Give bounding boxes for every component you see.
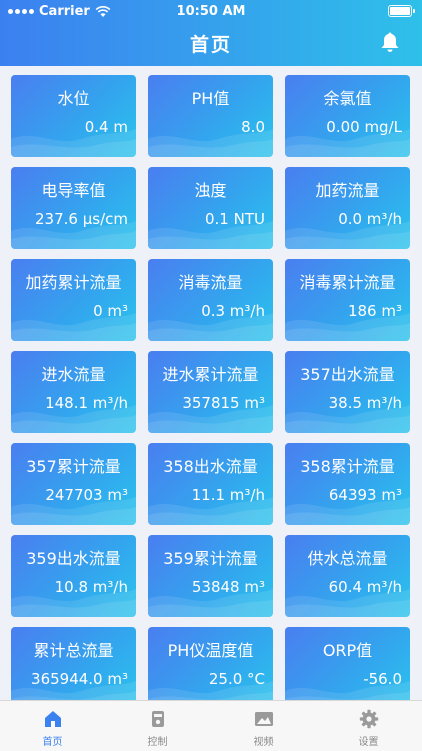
metric-value: 0.0 m³/h	[338, 210, 402, 228]
metric-value: 10.8 m³/h	[54, 578, 128, 596]
battery-icon	[388, 5, 415, 17]
tab-control[interactable]: 控制	[105, 701, 210, 751]
metric-value: 0.4 m	[84, 118, 128, 136]
page-title: 首页	[189, 34, 232, 56]
metric-label: 357累计流量	[26, 457, 121, 476]
metric-label: 进水流量	[41, 365, 106, 384]
metric-value: 38.5 m³/h	[328, 394, 402, 412]
metric-value: 0.1 NTU	[205, 210, 265, 228]
metric-label: 加药流量	[315, 181, 380, 200]
metric-value: 186 m³	[347, 302, 402, 320]
metric-value: 53848 m³	[191, 578, 265, 596]
metric-value: 11.1 m³/h	[191, 486, 265, 504]
metric-label: ORP值	[322, 641, 373, 660]
metric-label: 进水累计流量	[162, 365, 259, 384]
metric-value: 148.1 m³/h	[45, 394, 128, 412]
metric-label: PH值	[191, 89, 230, 108]
metric-card[interactable]: 进水流量 148.1 m³/h	[11, 351, 136, 433]
metric-value: 365944.0 m³	[31, 670, 128, 688]
metric-label: 供水总流量	[307, 549, 388, 568]
tab-home-label: 首页	[42, 737, 63, 748]
metric-label: 余氯值	[323, 89, 372, 108]
metric-label: 消毒累计流量	[299, 273, 396, 292]
video-icon	[254, 712, 273, 726]
tab-bar: 首页 控制 视频 设置	[0, 700, 422, 751]
metric-card[interactable]: 余氯值 0.00 mg/L	[285, 75, 410, 157]
control-icon	[151, 711, 164, 727]
metric-value: 64393 m³	[328, 486, 402, 504]
tab-video[interactable]: 视频	[211, 701, 316, 751]
metric-card[interactable]: 358累计流量 64393 m³	[285, 443, 410, 525]
metric-card[interactable]: 357出水流量 38.5 m³/h	[285, 351, 410, 433]
tab-video-label: 视频	[253, 737, 274, 748]
metric-label: 水位	[57, 89, 90, 108]
metric-card[interactable]: 水位 0.4 m	[11, 75, 136, 157]
metrics-grid: 水位 0.4 m PH值 8.0 余氯值 0.00 mg/L 电导率值 237.6 μs/cm…	[11, 75, 411, 709]
metric-label: 359出水流量	[26, 549, 121, 568]
metric-card[interactable]: 浊度 0.1 NTU	[148, 167, 273, 249]
metric-label: 358出水流量	[163, 457, 258, 476]
header: Carrier 10:50 AM 首页	[0, 0, 422, 66]
gear-icon	[359, 709, 378, 729]
metric-value: 25.0 °C	[208, 670, 265, 688]
metric-value: 0 m³	[93, 302, 128, 320]
metric-label: 消毒流量	[178, 273, 243, 292]
metric-card[interactable]: PH值 8.0	[148, 75, 273, 157]
metric-value: -56.0	[363, 670, 402, 688]
metric-value: 0.3 m³/h	[201, 302, 265, 320]
metric-card[interactable]: PH仪温度值 25.0 °C	[148, 627, 273, 709]
metric-label: 累计总流量	[33, 641, 114, 660]
metric-value: 247703 m³	[45, 486, 128, 504]
metric-card[interactable]: 加药累计流量 0 m³	[11, 259, 136, 341]
metric-value: 0.00 mg/L	[326, 118, 402, 136]
tab-settings-label: 设置	[358, 737, 379, 748]
metric-label: 357出水流量	[300, 365, 395, 384]
metric-value: 357815 m³	[182, 394, 265, 412]
metric-card[interactable]: ORP值 -56.0	[285, 627, 410, 709]
metric-card[interactable]: 供水总流量 60.4 m³/h	[285, 535, 410, 617]
tab-home[interactable]: 首页	[0, 701, 105, 751]
tab-control-label: 控制	[147, 737, 168, 748]
metric-card[interactable]: 消毒累计流量 186 m³	[285, 259, 410, 341]
metric-label: 加药累计流量	[25, 273, 122, 292]
tab-settings[interactable]: 设置	[316, 701, 421, 751]
metric-label: PH仪温度值	[167, 641, 254, 660]
metric-label: 358累计流量	[300, 457, 395, 476]
metric-card[interactable]: 359累计流量 53848 m³	[148, 535, 273, 617]
metric-card[interactable]: 357累计流量 247703 m³	[11, 443, 136, 525]
metric-label: 359累计流量	[163, 549, 258, 568]
metric-card[interactable]: 359出水流量 10.8 m³/h	[11, 535, 136, 617]
metric-label: 浊度	[194, 181, 227, 200]
metric-value: 60.4 m³/h	[328, 578, 402, 596]
metric-card[interactable]: 累计总流量 365944.0 m³	[11, 627, 136, 709]
metric-value: 237.6 μs/cm	[35, 210, 128, 228]
bell-icon[interactable]	[380, 31, 400, 53]
status-bar: Carrier 10:50 AM	[0, 0, 422, 22]
home-icon	[44, 711, 61, 727]
metric-card[interactable]: 消毒流量 0.3 m³/h	[148, 259, 273, 341]
status-time: 10:50 AM	[176, 4, 246, 19]
metric-card[interactable]: 进水累计流量 357815 m³	[148, 351, 273, 433]
metric-card[interactable]: 加药流量 0.0 m³/h	[285, 167, 410, 249]
metric-value: 8.0	[241, 118, 265, 136]
metric-label: 电导率值	[41, 181, 106, 200]
metric-card[interactable]: 电导率值 237.6 μs/cm	[11, 167, 136, 249]
metric-card[interactable]: 358出水流量 11.1 m³/h	[148, 443, 273, 525]
